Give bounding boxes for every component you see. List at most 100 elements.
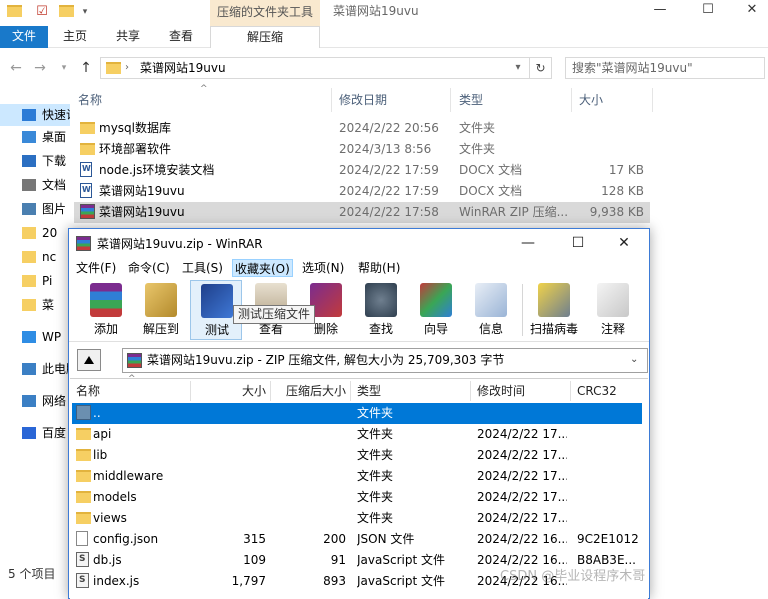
test-archive-icon — [201, 284, 233, 318]
toolbar-button[interactable]: 向导 — [410, 280, 462, 340]
tab-extract[interactable]: 解压缩 — [210, 26, 320, 48]
tab-view[interactable]: 查看 — [169, 26, 193, 48]
column-divider[interactable] — [331, 88, 332, 112]
window-title: 菜谱网站19uvu — [333, 4, 419, 18]
column-divider[interactable] — [571, 88, 572, 112]
nav-item[interactable]: WP — [0, 326, 70, 348]
nav-item[interactable]: nc — [0, 246, 70, 268]
column-header-type[interactable]: 类型 — [459, 88, 483, 112]
archive-entry-row[interactable]: lib 文件夹 2024/2/22 17... — [72, 445, 642, 466]
archive-entry-row[interactable]: middleware 文件夹 2024/2/22 17... — [72, 466, 642, 487]
menu-item[interactable]: 文件(F) — [74, 259, 118, 277]
winrar-close-icon[interactable]: ✕ — [604, 232, 644, 254]
quick-access-dropdown-icon[interactable]: ▾ — [77, 4, 93, 20]
file-row[interactable]: 菜谱网站19uvu 2024/2/22 17:58 WinRAR ZIP 压缩...… — [74, 202, 650, 223]
file-row[interactable]: mysql数据库 2024/2/22 20:56 文件夹 — [74, 118, 650, 139]
archive-entry-row[interactable]: config.json 315 200 JSON 文件 2024/2/22 16... 9… — [72, 529, 642, 550]
breadcrumb-chevron-icon[interactable]: › — [125, 59, 129, 77]
new-folder-icon[interactable] — [58, 4, 74, 20]
tab-file[interactable]: 文件 — [0, 26, 48, 48]
column-divider[interactable] — [652, 88, 653, 112]
toolbar-button[interactable]: 添加 — [80, 280, 132, 340]
column-header-date[interactable]: 修改日期 — [339, 88, 387, 112]
toolbar-button[interactable]: 注释 — [587, 280, 639, 340]
word-doc-icon — [80, 183, 92, 198]
nav-item[interactable]: 下载 — [0, 150, 70, 172]
toolbar-button[interactable]: 解压到 — [135, 280, 187, 340]
tab-share[interactable]: 共享 — [116, 26, 140, 48]
column-divider[interactable] — [450, 88, 451, 112]
tab-home[interactable]: 主页 — [63, 26, 87, 48]
file-name: 菜谱网站19uvu — [99, 205, 185, 219]
nav-item[interactable]: 菜 — [0, 294, 70, 316]
winrar-minimize-icon[interactable]: — — [508, 232, 548, 254]
rar-column-header-type[interactable]: 类型 — [357, 380, 381, 402]
up-one-level-icon[interactable] — [77, 349, 101, 371]
nav-item[interactable]: 桌面 — [0, 126, 70, 148]
folder-icon — [76, 428, 91, 440]
file-size: 17 KB — [608, 163, 644, 177]
path-dropdown-icon[interactable]: ⌄ — [630, 352, 638, 368]
properties-check-icon[interactable]: ☑ — [34, 4, 50, 20]
close-icon[interactable]: ✕ — [732, 0, 768, 22]
file-row[interactable]: 菜谱网站19uvu 2024/2/22 17:59 DOCX 文档 128 KB — [74, 181, 650, 202]
archive-entry-row[interactable]: models 文件夹 2024/2/22 17... — [72, 487, 642, 508]
column-divider[interactable] — [350, 381, 351, 401]
nav-item[interactable]: Pi — [0, 270, 70, 292]
download-icon — [22, 155, 36, 167]
menu-item[interactable]: 工具(S) — [180, 259, 225, 277]
file-type: 文件夹 — [459, 121, 496, 135]
forward-arrow-icon[interactable]: → — [30, 58, 50, 78]
nav-item[interactable]: 图片 — [0, 198, 70, 220]
document-icon — [22, 179, 36, 191]
rar-column-header-modified[interactable]: 修改时间 — [477, 380, 525, 402]
address-dropdown-icon[interactable]: ▾ — [508, 58, 528, 78]
rar-column-header-crc[interactable]: CRC32 — [577, 380, 617, 402]
nav-item[interactable]: 20 — [0, 222, 70, 244]
menu-item[interactable]: 帮助(H) — [356, 259, 402, 277]
nav-item[interactable]: 文档 — [0, 174, 70, 196]
nav-item[interactable]: 快速访问 — [0, 104, 70, 126]
up-arrow-icon[interactable]: ↑ — [76, 58, 96, 78]
minimize-icon[interactable]: — — [640, 0, 680, 22]
nav-item-label: 菜 — [42, 298, 55, 312]
file-row[interactable]: node.js环境安装文档 2024/2/22 17:59 DOCX 文档 17 KB — [74, 160, 650, 181]
menu-item[interactable]: 命令(C) — [126, 259, 172, 277]
back-arrow-icon[interactable]: ← — [6, 58, 26, 78]
archive-entry-row[interactable]: .. 文件夹 — [72, 403, 642, 424]
maximize-icon[interactable]: ☐ — [688, 0, 728, 22]
toolbar-button[interactable]: 扫描病毒 — [528, 280, 580, 340]
file-name: 环境部署软件 — [99, 142, 172, 156]
menu-item[interactable]: 收藏夹(O) — [232, 259, 293, 277]
nav-item[interactable]: 百度 — [0, 422, 70, 444]
toolbar-button[interactable]: 查找 — [355, 280, 407, 340]
winrar-maximize-icon[interactable]: ☐ — [558, 232, 598, 254]
folder-icon — [76, 470, 91, 482]
column-header-name[interactable]: 名称 — [78, 88, 102, 112]
entry-type: JavaScript 文件 — [357, 574, 445, 588]
column-divider[interactable] — [470, 381, 471, 401]
nav-item-label: 20 — [42, 226, 58, 240]
column-divider[interactable] — [570, 381, 571, 401]
archive-path-field[interactable]: 菜谱网站19uvu.zip - ZIP 压缩文件, 解包大小为 25,709,3… — [122, 348, 648, 373]
menu-item[interactable]: 选项(N) — [300, 259, 346, 277]
column-header-size[interactable]: 大小 — [579, 88, 603, 112]
nav-item[interactable]: 网络 — [0, 390, 70, 412]
nav-item[interactable]: 此电脑 — [0, 358, 70, 380]
file-row[interactable]: 环境部署软件 2024/3/13 8:56 文件夹 — [74, 139, 650, 160]
archive-entry-row[interactable]: views 文件夹 2024/2/22 17... — [72, 508, 642, 529]
rar-column-header-name[interactable]: 名称 — [76, 380, 100, 402]
file-date: 2024/2/22 20:56 — [339, 121, 439, 135]
archive-entry-row[interactable]: api 文件夹 2024/2/22 17... — [72, 424, 642, 445]
search-input[interactable]: 搜索"菜谱网站19uvu" — [565, 57, 765, 79]
entry-type: 文件夹 — [357, 406, 394, 420]
rar-column-header-packed[interactable]: 压缩后大小 — [270, 380, 346, 402]
parent-folder-icon — [76, 405, 91, 420]
recent-dropdown-icon[interactable]: ▾ — [54, 58, 74, 78]
entry-type: 文件夹 — [357, 427, 394, 441]
file-name: 菜谱网站19uvu — [99, 184, 185, 198]
refresh-icon[interactable]: ↻ — [530, 57, 552, 79]
toolbar-button[interactable]: 信息 — [465, 280, 517, 340]
nav-item-label: 图片 — [42, 202, 67, 216]
rar-column-header-size[interactable]: 大小 — [190, 380, 266, 402]
